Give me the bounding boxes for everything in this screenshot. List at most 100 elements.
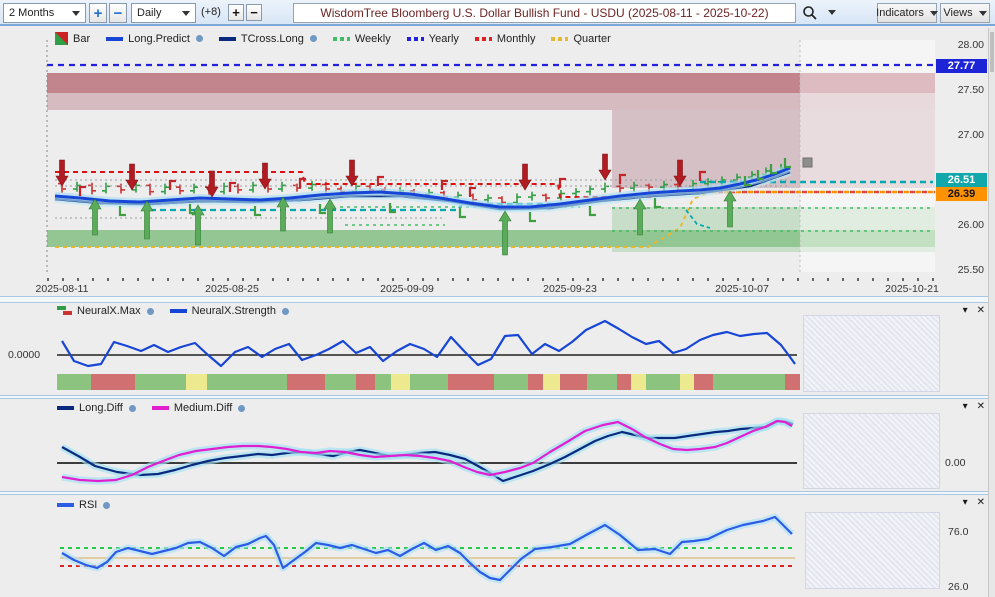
- strip-segment: [448, 374, 494, 390]
- rsi-panel: RSI 76.0 26.0 ▾ ✕: [0, 495, 995, 597]
- minus-icon: −: [114, 5, 123, 22]
- legend-swatch-icon: [333, 37, 350, 41]
- price-badge-tcross: 26.51: [936, 173, 987, 187]
- legend-item-bar[interactable]: Bar: [55, 32, 90, 45]
- legend-label: NeuralX.Strength: [192, 305, 276, 317]
- chevron-down-icon: [72, 11, 80, 16]
- strip-segment: [694, 374, 713, 390]
- strip-segment: [617, 374, 631, 390]
- x-axis-label: 2025-09-23: [525, 283, 615, 295]
- legend-item-quarter[interactable]: Quarter: [551, 33, 610, 45]
- y-axis-label: 28.00: [936, 39, 984, 51]
- forecast-region: [803, 315, 940, 392]
- legend-item-medium-diff[interactable]: Medium.Diff: [152, 402, 245, 414]
- scrollbar-thumb[interactable]: [990, 32, 994, 72]
- legend-swatch-icon: [170, 309, 187, 313]
- legend-item-neuralx-max[interactable]: NeuralX.Max: [57, 305, 154, 317]
- x-axis-label: 2025-08-11: [17, 283, 107, 295]
- info-icon[interactable]: [196, 35, 203, 42]
- strip-segment: [135, 374, 186, 390]
- symbol-title-field[interactable]: WisdomTree Bloomberg U.S. Dollar Bullish…: [293, 3, 796, 23]
- strip-segment: [356, 374, 375, 390]
- legend-label: Quarter: [573, 33, 610, 45]
- panel-separator[interactable]: [0, 296, 995, 303]
- add-bars-button[interactable]: +: [228, 4, 244, 21]
- zero-value-label: 0.0000: [8, 349, 40, 361]
- zoom-in-button[interactable]: +: [89, 3, 107, 23]
- x-axis-label: 2025-08-25: [187, 283, 277, 295]
- legend-label: Weekly: [355, 33, 391, 45]
- right-scrollbar[interactable]: [988, 28, 995, 597]
- legend-item-long-diff[interactable]: Long.Diff: [57, 402, 136, 414]
- close-panel-icon[interactable]: ✕: [977, 401, 985, 413]
- strip-segment: [325, 374, 355, 390]
- info-icon[interactable]: [310, 35, 317, 42]
- plus-icon: +: [232, 5, 240, 20]
- legend-swatch-icon: [55, 32, 68, 45]
- legend-swatch-icon: [407, 37, 424, 41]
- legend-item-monthly[interactable]: Monthly: [475, 33, 536, 45]
- chevron-down-icon: [979, 11, 987, 16]
- strip-segment: [713, 374, 785, 390]
- legend-item-tcross-long[interactable]: TCross.Long: [219, 33, 317, 45]
- legend-item-neuralx-strength[interactable]: NeuralX.Strength: [170, 305, 289, 317]
- rsi-lower-label: 26.0: [948, 581, 968, 593]
- strip-segment: [186, 374, 207, 390]
- main-price-plot[interactable]: [0, 28, 995, 296]
- legend-item-rsi[interactable]: RSI: [57, 499, 110, 511]
- legend-label: Yearly: [429, 33, 459, 45]
- info-icon[interactable]: [103, 502, 110, 509]
- strip-segment: [391, 374, 410, 390]
- search-icon[interactable]: [802, 5, 818, 24]
- panel-separator[interactable]: [0, 395, 995, 399]
- collapse-panel-icon[interactable]: ▾: [963, 305, 968, 317]
- info-icon[interactable]: [147, 308, 154, 315]
- panel-controls: ▾ ✕: [963, 305, 985, 317]
- strip-segment: [587, 374, 617, 390]
- close-panel-icon[interactable]: ✕: [977, 305, 985, 317]
- diff-legend: Long.Diff Medium.Diff: [57, 402, 245, 414]
- range-select[interactable]: 2 Months: [3, 3, 86, 23]
- remove-bars-button[interactable]: −: [246, 4, 262, 21]
- y-axis-label: 26.00: [936, 219, 984, 231]
- rsi-legend: RSI: [57, 499, 110, 511]
- views-button[interactable]: Views: [940, 3, 990, 23]
- x-axis-label: 2025-10-07: [697, 283, 787, 295]
- indicators-button[interactable]: Indicators: [877, 3, 937, 23]
- strip-segment: [91, 374, 135, 390]
- close-panel-icon[interactable]: ✕: [977, 497, 985, 509]
- legend-item-long-predict[interactable]: Long.Predict: [106, 33, 203, 45]
- panel-separator[interactable]: [0, 491, 995, 495]
- strip-segment: [785, 374, 800, 390]
- strip-segment: [528, 374, 543, 390]
- rsi-upper-label: 76.0: [948, 526, 968, 538]
- diff-panel: Long.Diff Medium.Diff 0.00 ▾ ✕: [0, 399, 995, 491]
- strip-segment: [287, 374, 325, 390]
- x-axis-label: 2025-09-09: [362, 283, 452, 295]
- legend-swatch-icon: [219, 37, 236, 41]
- minus-icon: −: [250, 5, 258, 20]
- legend-swatch-icon: [475, 37, 492, 41]
- strip-segment: [494, 374, 528, 390]
- symbol-title: WisdomTree Bloomberg U.S. Dollar Bullish…: [320, 6, 768, 20]
- period-select[interactable]: Daily: [131, 3, 196, 23]
- legend-swatch-icon: [57, 306, 72, 316]
- price-badge-yearly: 27.77: [936, 59, 987, 73]
- strip-segment: [410, 374, 448, 390]
- plus-icon: +: [94, 5, 103, 22]
- info-icon[interactable]: [238, 405, 245, 412]
- chevron-down-icon: [930, 11, 938, 16]
- collapse-panel-icon[interactable]: ▾: [963, 497, 968, 509]
- collapse-panel-icon[interactable]: ▾: [963, 401, 968, 413]
- legend-item-yearly[interactable]: Yearly: [407, 33, 459, 45]
- search-dropdown-icon[interactable]: [828, 10, 836, 15]
- info-icon[interactable]: [282, 308, 289, 315]
- legend-item-weekly[interactable]: Weekly: [333, 33, 391, 45]
- info-icon[interactable]: [129, 405, 136, 412]
- legend-swatch-icon: [106, 37, 123, 41]
- date-axis-ticks: [47, 278, 935, 281]
- legend-label: Medium.Diff: [174, 402, 232, 414]
- legend-label: NeuralX.Max: [77, 305, 141, 317]
- zoom-out-button[interactable]: −: [109, 3, 127, 23]
- zero-value-label: 0.00: [945, 457, 965, 469]
